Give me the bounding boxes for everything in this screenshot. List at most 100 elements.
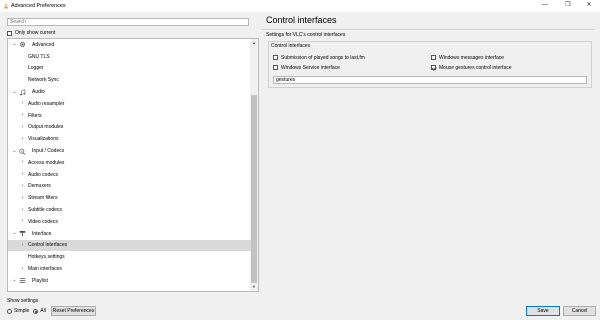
tree-label: Logger: [28, 65, 44, 72]
tree-label: Access modules: [28, 159, 65, 166]
chevron-right-icon[interactable]: ›: [20, 242, 25, 248]
tree-item[interactable]: Network Sync: [8, 74, 251, 86]
option-windows-service[interactable]: Windows Service interface: [273, 64, 340, 71]
chevron-right-icon[interactable]: ›: [20, 219, 25, 224]
tree-label: Stream filters: [28, 195, 58, 202]
checkbox-box[interactable]: [273, 55, 278, 60]
option-label: Submission of played songs to last.fm: [281, 54, 365, 61]
save-button[interactable]: Save: [526, 306, 560, 316]
tree-category[interactable]: ⌄ Audio: [8, 86, 251, 98]
option-lastfm[interactable]: Submission of played songs to last.fm: [273, 54, 365, 61]
tree-item[interactable]: › Visualizations: [8, 133, 251, 145]
page-title: Control interfaces: [266, 15, 337, 25]
tree-item[interactable]: › Output modules: [8, 122, 251, 134]
tree-item[interactable]: › Audio resampler: [8, 98, 251, 110]
tree-label: Advanced: [32, 41, 55, 48]
tree-item[interactable]: › Main interfaces: [8, 263, 251, 275]
tree-item[interactable]: Hotkeys settings: [8, 251, 251, 263]
all-radio[interactable]: [33, 308, 39, 314]
tree-item[interactable]: › Stream filters: [8, 192, 251, 204]
checkbox-box[interactable]: [273, 65, 278, 70]
tree-label: Subtitle codecs: [28, 207, 62, 214]
chevron-down-icon[interactable]: ⌄: [12, 148, 17, 154]
option-label: Windows messages interface: [439, 54, 505, 61]
chevron-right-icon[interactable]: ›: [20, 266, 25, 272]
input-codecs-icon: [19, 148, 26, 155]
tree-item[interactable]: › Subtitle codecs: [8, 204, 251, 216]
search-input[interactable]: Search: [7, 18, 249, 26]
tree-label: Network Sync: [28, 77, 59, 84]
tree-category[interactable]: ⌄ Playlist: [8, 275, 251, 287]
chevron-right-icon[interactable]: ›: [20, 172, 25, 177]
chevron-down-icon[interactable]: ⌄: [12, 278, 17, 283]
chevron-right-icon[interactable]: ›: [20, 136, 25, 142]
vlc-icon: [3, 3, 9, 9]
preferences-tree[interactable]: ▲ ▼ ⌄ Advanced GNU TLS Logger Network Sync ⌄ A…: [7, 38, 259, 292]
tree-label: Main interfaces: [28, 266, 62, 273]
show-settings-label: Show settings: [7, 298, 39, 304]
tree-item[interactable]: › Access modules: [8, 157, 251, 169]
tree-label: GNU TLS: [28, 53, 50, 60]
tree-category[interactable]: ⌄ Input / Codecs: [8, 145, 251, 157]
only-show-current-checkbox[interactable]: Only show current: [7, 29, 55, 37]
cancel-button[interactable]: Cancel: [563, 306, 596, 316]
option-label: Mouse gestures control interface: [439, 64, 512, 71]
tree-label: Audio codecs: [28, 171, 59, 178]
title-divider: [262, 29, 594, 30]
tree-item[interactable]: › Filters: [8, 110, 251, 122]
maximize-button[interactable]: ❐: [557, 0, 579, 10]
show-settings-group: Show settings Simple All: [7, 298, 46, 314]
tree-item[interactable]: › Demuxers: [8, 181, 251, 193]
checkbox-box[interactable]: [431, 55, 436, 60]
tree-label: Audio: [32, 89, 45, 96]
tree-label: Audio resampler: [28, 100, 65, 107]
panel-subtitle: Settings for VLC's control interfaces: [266, 32, 346, 38]
window-title: Advanced Preferences: [11, 3, 66, 9]
scrollbar-thumb[interactable]: [251, 95, 257, 283]
chevron-right-icon[interactable]: ›: [20, 195, 25, 201]
tree-label: Output modules: [28, 124, 64, 131]
tree-category[interactable]: ⌄ Interface: [8, 228, 251, 240]
checkbox-box[interactable]: [7, 30, 12, 36]
tree-scrollbar[interactable]: ▲ ▼: [250, 39, 258, 291]
chevron-right-icon[interactable]: ›: [20, 101, 25, 106]
tree-label: Visualizations: [28, 136, 59, 143]
tree-label: Filters: [28, 112, 42, 119]
checkbox-box[interactable]: [431, 65, 436, 70]
reset-preferences-button[interactable]: Reset Preferences: [51, 306, 96, 316]
chevron-right-icon[interactable]: ›: [20, 183, 25, 189]
tree-label: Control interfaces: [28, 242, 68, 249]
chevron-down-icon[interactable]: ⌄: [12, 231, 17, 236]
chevron-right-icon[interactable]: ›: [20, 160, 25, 165]
show-settings-radios: Simple All: [7, 308, 46, 314]
interface-icon: [19, 230, 26, 237]
option-mouse-gestures[interactable]: Mouse gestures control interface: [431, 64, 512, 71]
tree-item[interactable]: › Control interfaces: [8, 239, 251, 252]
close-button[interactable]: ✕: [578, 0, 600, 10]
extra-interfaces-field[interactable]: gestures: [273, 76, 587, 84]
chevron-right-icon[interactable]: ›: [20, 113, 25, 118]
tree-item[interactable]: GNU TLS: [8, 51, 251, 63]
option-windows-messages[interactable]: Windows messages interface: [431, 54, 504, 61]
chevron-down-icon[interactable]: ⌄: [12, 42, 17, 47]
scroll-up-icon[interactable]: ▲: [250, 39, 258, 47]
tree-label: Playlist: [32, 277, 48, 284]
tree-item[interactable]: Logger: [8, 63, 251, 75]
tree-label: Hotkeys settings: [28, 254, 65, 261]
simple-label: Simple: [14, 308, 30, 314]
title-bar: Advanced Preferences — ❐ ✕: [0, 0, 600, 12]
all-label: All: [40, 308, 46, 314]
tree-item[interactable]: › Video codecs: [8, 216, 251, 228]
chevron-right-icon[interactable]: ›: [20, 207, 25, 213]
tree-category[interactable]: ⌄ Advanced: [8, 39, 251, 51]
simple-radio[interactable]: [7, 308, 12, 314]
chevron-right-icon[interactable]: ›: [20, 124, 25, 130]
minimize-button[interactable]: —: [534, 0, 556, 10]
only-show-current-label: Only show current: [15, 30, 56, 36]
music-note-icon: [19, 88, 26, 96]
tree-item[interactable]: › Audio codecs: [8, 169, 251, 181]
scroll-down-icon[interactable]: ▼: [250, 283, 258, 291]
chevron-down-icon[interactable]: ⌄: [12, 89, 17, 95]
tree-label: Demuxers: [28, 183, 51, 190]
playlist-icon: [19, 277, 26, 284]
